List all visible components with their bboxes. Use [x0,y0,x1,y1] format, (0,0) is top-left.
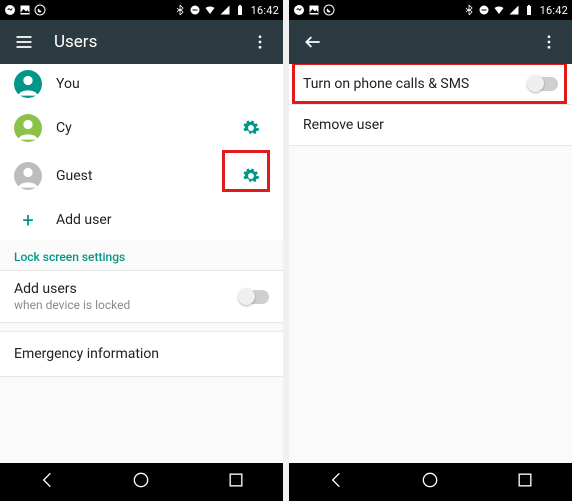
user-label: Cy [56,120,72,136]
picture-icon [19,4,31,16]
overflow-icon[interactable] [540,33,558,51]
battery-icon [234,4,246,16]
page-title: Users [54,32,97,52]
back-icon[interactable] [37,470,57,494]
overflow-icon[interactable] [251,33,269,51]
user-row-guest[interactable]: Guest [0,152,283,200]
add-user-label: Add user [56,212,112,228]
remove-user-label: Remove user [303,117,384,133]
bluetooth-icon [463,4,475,16]
dnd-icon [189,4,201,16]
clock: 16:42 [251,4,279,17]
emergency-info-row[interactable]: Emergency information [0,331,283,377]
nav-bar [0,463,283,501]
setting-primary: Add users [14,281,130,297]
phone-sms-toggle-row[interactable]: Turn on phone calls & SMS [289,64,572,105]
status-bar: 16:42 [0,0,283,20]
toggle-switch[interactable] [528,77,558,91]
user-label: You [56,76,80,92]
messenger-icon [4,4,16,16]
wifi-icon [204,4,216,16]
avatar-icon [14,114,42,142]
content-area: Turn on phone calls & SMS Remove user [289,64,572,463]
user-row-cy[interactable]: Cy [0,104,283,152]
section-lock-screen: Lock screen settings [0,240,283,270]
toggle-label: Turn on phone calls & SMS [303,76,469,92]
status-bar: 16:42 [289,0,572,20]
nav-bar [289,463,572,501]
battery-icon [523,4,535,16]
wifi-icon [493,4,505,16]
dnd-icon [478,4,490,16]
signal-icon [219,4,231,16]
recents-icon[interactable] [515,470,535,494]
plus-icon: + [14,208,42,232]
app-bar: Users [0,20,283,64]
left-phone: 16:42 Users You Cy [0,0,283,501]
right-phone: 16:42 Turn on phone calls & SMS Remove u… [289,0,572,501]
gear-icon[interactable] [233,158,269,194]
avatar-icon [14,162,42,190]
whatsapp-icon [34,4,46,16]
avatar-icon [14,70,42,98]
clock: 16:42 [540,4,568,17]
menu-icon[interactable] [14,32,34,52]
back-icon[interactable] [326,470,346,494]
home-icon[interactable] [131,470,151,494]
gear-icon[interactable] [233,110,269,146]
home-icon[interactable] [420,470,440,494]
user-row-you[interactable]: You [0,64,283,104]
picture-icon [308,4,320,16]
signal-icon [508,4,520,16]
toggle-switch[interactable] [239,290,269,304]
recents-icon[interactable] [226,470,246,494]
whatsapp-icon [323,4,335,16]
app-bar [289,20,572,64]
setting-secondary: when device is locked [14,298,130,312]
user-label: Guest [56,168,92,184]
content-area: You Cy Guest + Add user Lock screen sett… [0,64,283,463]
back-arrow-icon[interactable] [303,32,323,52]
add-user-row[interactable]: + Add user [0,200,283,240]
remove-user-row[interactable]: Remove user [289,105,572,146]
bluetooth-icon [174,4,186,16]
messenger-icon [293,4,305,16]
add-users-when-locked-row[interactable]: Add users when device is locked [0,270,283,323]
